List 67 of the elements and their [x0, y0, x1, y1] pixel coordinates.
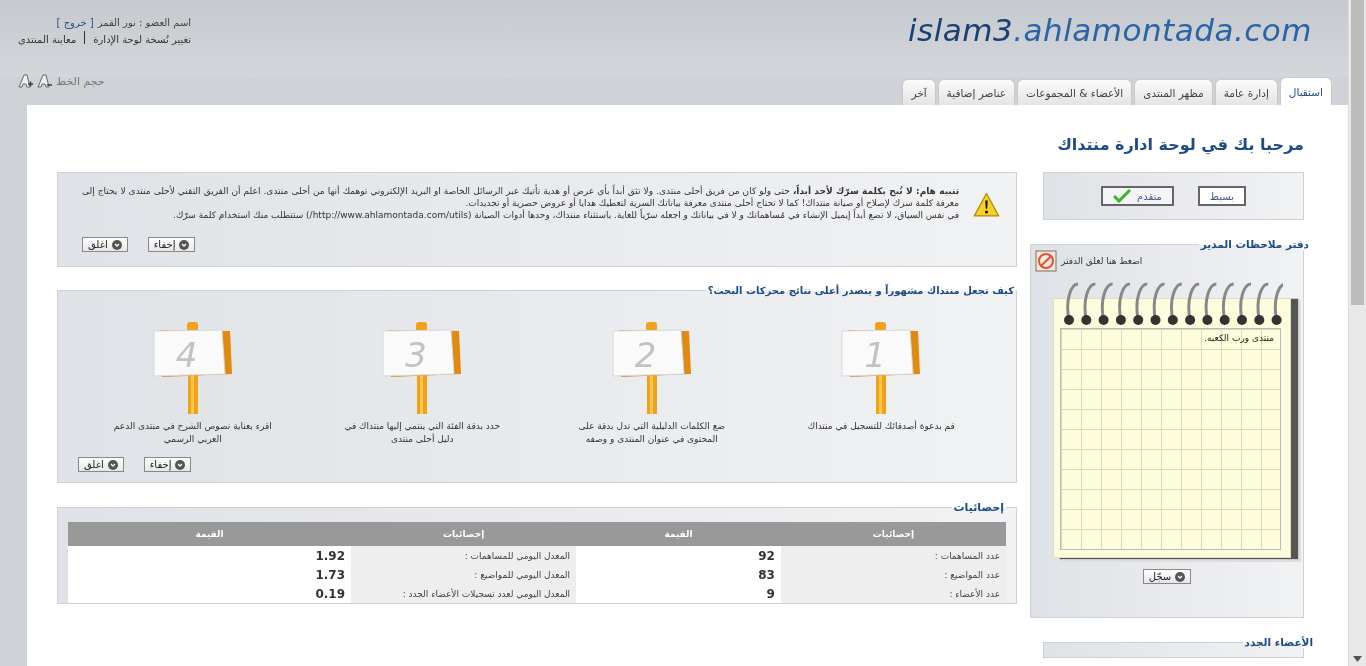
tab[interactable]: إدارة عامة: [1214, 79, 1278, 105]
column-header: إحصائيات: [780, 522, 1006, 546]
hide-button[interactable]: إخفاء: [147, 237, 196, 252]
step-text: اقرء بعناية نصوص الشرح في منتدى الدعم العربي الرسمي: [112, 420, 273, 446]
step-number: 3: [405, 338, 427, 372]
chevron-icon: [1175, 571, 1186, 582]
tab[interactable]: مظهر المنتدى: [1134, 79, 1213, 105]
stat-value: 1.73: [68, 565, 351, 584]
stat-value: 83: [576, 565, 781, 584]
tab[interactable]: الأعضاء & المجموعات: [1017, 79, 1133, 105]
check-icon: [1112, 189, 1131, 203]
header-link[interactable]: تغيير نُسخة لوحة الإدارة: [93, 31, 192, 48]
close-notebook-link[interactable]: اضغط هنا لغلق الدفتر: [1061, 256, 1143, 266]
stat-label: عدد المواضيع :: [780, 565, 1006, 584]
mode-button[interactable]: بسيط: [1197, 186, 1247, 206]
stat-label: المعدل اليومي للمساهمات :: [351, 546, 577, 565]
close-button[interactable]: اغلق: [82, 237, 128, 252]
tab[interactable]: آخر: [902, 79, 936, 105]
mode-button[interactable]: متقدم: [1100, 186, 1174, 206]
logout-link[interactable]: [ خروج ]: [56, 14, 94, 31]
font-increase-icon[interactable]: [18, 73, 34, 89]
warning-text: في نفس السياق، لا تضع أبداً إيميل الإنشاء في مُساهماتك و لا في بياناتك و اجعله سرّياً للغاية. باستثناء منتداك، وحدها أدوات الصيانة (http://www.ahlamontada.com/utils/) ستتطلب منك استخدام كلمة سرّك.: [172, 209, 960, 221]
notebook-close-icon[interactable]: [1035, 250, 1057, 272]
step-text: حدد بدقة الفئة التي ينتمي إليها منتداك في دليل أحلى منتدى: [343, 420, 502, 446]
chevron-icon: [175, 459, 186, 470]
signpost-icon: [610, 322, 693, 414]
chevron-icon: [107, 459, 118, 470]
step-text: ضع الكلمات الدليلية التي تدل بدقة على المحتوى في عنوان المنتدى و وصفه: [577, 420, 727, 446]
stat-value: 9: [576, 584, 781, 603]
warning-text: تنبيه هام: لا تُبح بكلمة سرّك لأحد أبداً، حتى ولو كان من فريق أحلى منتدى. ولا تثق أبداً بأي عرض أو هدية تأتيك عبر الرسائل الخاصة او البريد الإلكتروني توهمك أنها من أحلى منتدى. اعلم أن الفريق التقني لأحلى منتدى لا يحتاج إلى معرفة كلمة سرك لإصلاح أو صيانة منتداك! كما لا تحتاج أحلى منتدى معرفة بياناتك السرية لتعطيك هدايا أو عروض حصرية أو تجديدات.: [82, 185, 960, 208]
close-button[interactable]: اغلق: [78, 457, 124, 472]
tab[interactable]: استقبال: [1279, 77, 1332, 105]
section-title: الأعضاء الجدد: [1243, 636, 1314, 648]
signpost-icon: [381, 322, 464, 414]
font-decrease-icon[interactable]: [37, 73, 53, 89]
page-title: مرحبا بك في لوحة ادارة منتداك: [1056, 135, 1304, 154]
signpost-icon: [840, 322, 923, 414]
note-field[interactable]: منتدى ورب الكعبه.: [1060, 328, 1281, 550]
step-number: 2: [634, 338, 657, 372]
tab[interactable]: عناصر إضافية: [937, 79, 1016, 105]
stat-value: 1.92: [68, 546, 351, 565]
stat-label: عدد المساهمات :: [780, 546, 1006, 565]
chevron-icon: [179, 239, 190, 250]
header-link[interactable]: معاينة المنتدى: [18, 31, 77, 48]
stat-label: المعدل اليومي لعدد تسجيلات الأعضاء الجدد :: [351, 584, 577, 603]
chevron-icon: [111, 239, 122, 250]
column-header: إحصائيات: [351, 522, 577, 546]
step-number: 1: [864, 338, 886, 372]
step-number: 4: [175, 338, 198, 372]
column-header: القيمة: [68, 522, 351, 546]
step-text: قم بدعوة أصدقائك للتسجيل في منتداك: [806, 420, 956, 433]
section-title: إحصائيات: [952, 501, 1005, 514]
scroll-down-icon[interactable]: [1353, 656, 1362, 662]
font-size-label: حجم الخط: [56, 74, 105, 88]
member-name: اسم العضو : نور القمر: [97, 16, 192, 31]
section-title: كيف تجعل منتداك مشهوراً و يتصدر أعلى نتائج محركات البحث؟: [706, 285, 1015, 296]
save-button[interactable]: سجّل: [1142, 569, 1192, 584]
stat-label: عدد الأعضاء :: [780, 584, 1006, 603]
scrollbar-thumb[interactable]: [1351, 0, 1364, 305]
stat-value: 92: [576, 546, 781, 565]
stat-value: 0.19: [68, 584, 351, 603]
section-title: دفتر ملاحظات المدير: [1199, 238, 1310, 250]
column-header: القيمة: [576, 522, 781, 546]
site-logo[interactable]: islam3.ahlamontada.com: [907, 12, 1312, 48]
stat-label: المعدل اليومي للمواضيع :: [351, 565, 577, 584]
signpost-icon: [151, 322, 234, 414]
hide-button[interactable]: إخفاء: [143, 457, 192, 472]
